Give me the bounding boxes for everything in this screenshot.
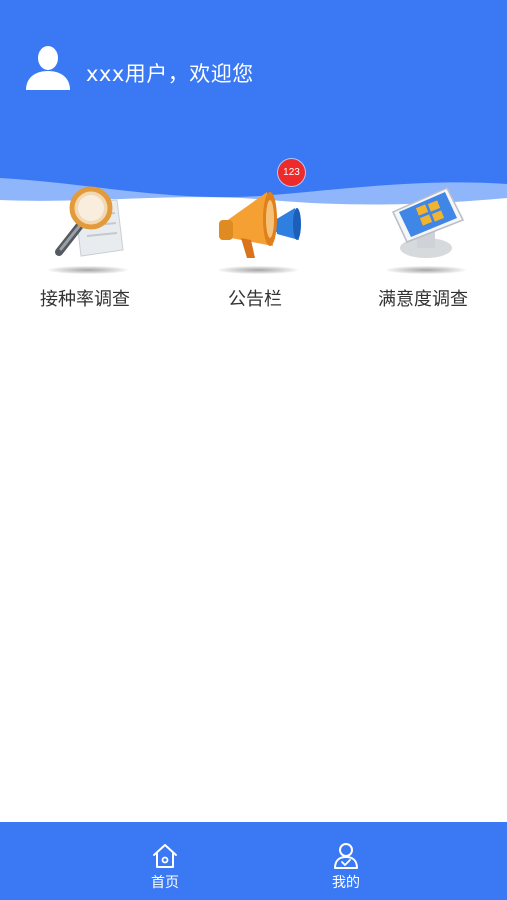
welcome-greeting: xxx用户，欢迎您 <box>86 62 254 86</box>
icon-shadow <box>218 266 298 274</box>
magnifier-document-icon <box>55 186 124 257</box>
tab-label: 首页 <box>151 875 179 891</box>
megaphone-icon <box>219 192 301 258</box>
bottom-tab-bar: 首页 我的 <box>0 822 507 900</box>
feature-satisfaction-survey[interactable]: 满意度调查 <box>348 180 498 320</box>
feature-vaccination-survey[interactable]: 接种率调查 <box>10 180 160 320</box>
user-avatar-icon[interactable] <box>24 44 72 90</box>
feature-label: 公告栏 <box>228 289 282 310</box>
profile-icon <box>334 843 358 869</box>
home-icon <box>153 844 177 868</box>
feature-announcements[interactable]: 公告栏 <box>180 180 330 320</box>
icon-shadow <box>48 266 128 274</box>
tablet-survey-icon <box>391 187 465 258</box>
feature-label: 接种率调查 <box>40 289 130 310</box>
icon-shadow <box>386 266 466 274</box>
feature-label: 满意度调查 <box>378 289 468 310</box>
announcement-count-badge: 123 <box>278 159 305 186</box>
tab-label: 我的 <box>332 875 360 891</box>
tab-home[interactable]: 首页 <box>110 822 220 900</box>
tab-profile[interactable]: 我的 <box>291 822 401 900</box>
feature-grid: 接种率调查 公告栏 满意度调查 <box>0 180 507 320</box>
